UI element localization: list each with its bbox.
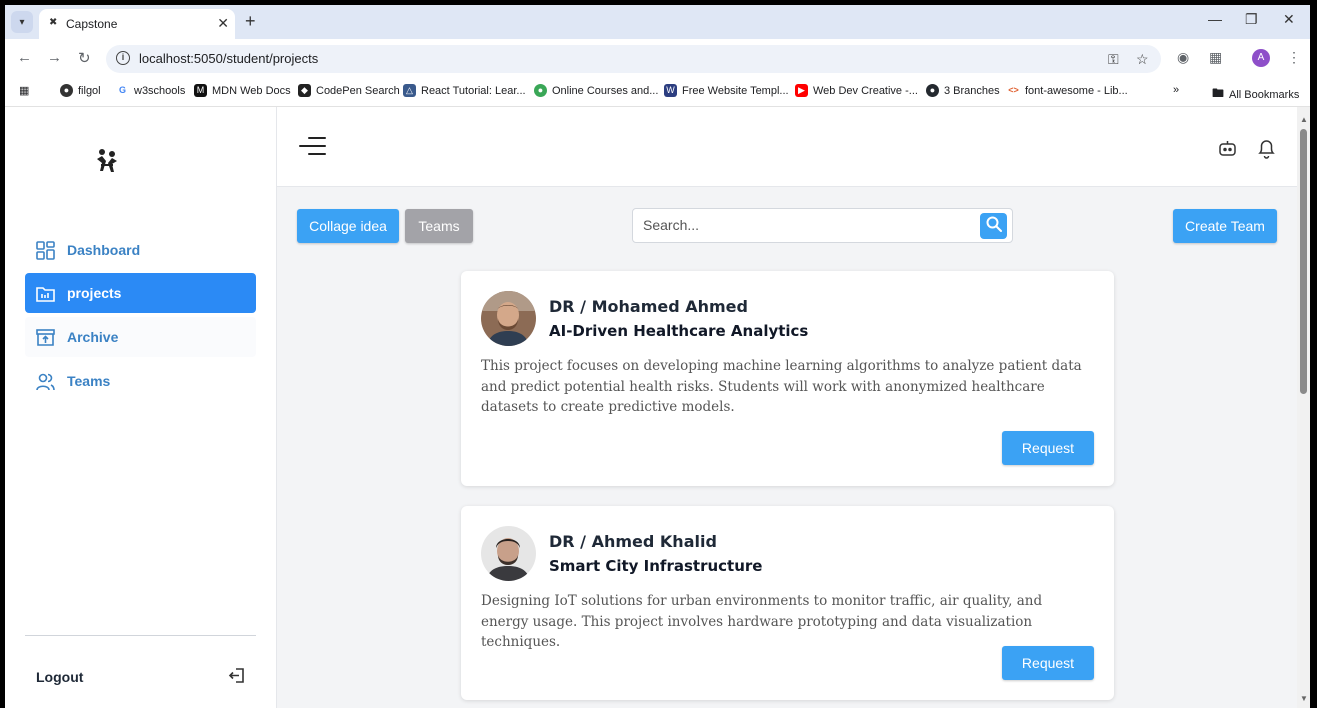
search-button[interactable] — [980, 213, 1007, 239]
doctor-name: DR / Ahmed Khalid — [549, 532, 717, 551]
project-title: Smart City Infrastructure — [549, 557, 763, 575]
users-icon — [36, 372, 55, 391]
restore-icon[interactable]: ❐ — [1245, 11, 1258, 28]
bookmark-item[interactable]: △ React Tutorial: Lear... — [403, 84, 526, 97]
bookmark-item[interactable]: ● filgol — [60, 84, 101, 97]
grid-icon — [36, 240, 55, 260]
bookmark-favicon-icon: ● — [926, 84, 939, 97]
tab-search-button[interactable]: ▾ — [11, 11, 33, 33]
request-button[interactable]: Request — [1002, 431, 1094, 465]
folder-icon: 🖿 — [1212, 86, 1225, 100]
tab-close-icon[interactable]: ✕ — [217, 15, 229, 32]
app-logo-icon — [93, 147, 121, 175]
menu-kebab-icon[interactable]: ⋮ — [1287, 49, 1301, 66]
all-bookmarks[interactable]: 🖿 All Bookmarks — [1212, 84, 1299, 105]
archive-icon — [36, 328, 55, 347]
sidebar-item-label: projects — [67, 285, 122, 301]
bookmark-item[interactable]: ▶ Web Dev Creative -... — [795, 84, 918, 97]
bookmark-item[interactable]: <> font-awesome - Lib... — [1007, 84, 1128, 97]
scroll-thumb[interactable] — [1300, 129, 1307, 394]
app-root: Dashboard projects Archive Teams Logout … — [5, 107, 1310, 708]
create-team-button[interactable]: Create Team — [1173, 209, 1277, 243]
request-button[interactable]: Request — [1002, 646, 1094, 680]
sidebar-item-teams[interactable]: Teams — [25, 361, 256, 401]
browser-toolbar: ← → ↻ i localhost:5050/student/projects … — [5, 39, 1310, 77]
chatbot-icon[interactable] — [1218, 140, 1237, 162]
notification-bell-icon[interactable] — [1257, 138, 1276, 164]
browser-tab[interactable]: ✖ Capstone ✕ — [39, 9, 235, 39]
folder-icon — [36, 284, 55, 303]
bookmark-favicon-icon: <> — [1007, 84, 1020, 97]
bookmark-star-icon[interactable]: ☆ — [1136, 51, 1149, 68]
bookmark-item[interactable]: ● Online Courses and... — [534, 84, 658, 97]
page-scrollbar[interactable]: ▲ ▼ — [1297, 107, 1310, 708]
apps-grid-icon[interactable]: ▦ — [19, 84, 29, 97]
bookmark-favicon-icon: △ — [403, 84, 416, 97]
bookmark-item[interactable]: M MDN Web Docs — [194, 84, 291, 97]
bookmark-favicon-icon: ● — [60, 84, 73, 97]
bookmark-item[interactable]: W Free Website Templ... — [664, 84, 789, 97]
teams-button[interactable]: Teams — [405, 209, 473, 243]
bookmarks-bar: ▦ ● filgol Gw3schools M MDN Web Docs ◆ Code… — [5, 77, 1310, 107]
password-key-icon[interactable]: ⚿ — [1108, 51, 1119, 68]
sidebar: Dashboard projects Archive Teams Logout — [5, 107, 277, 708]
avatar — [481, 291, 536, 346]
tab-favicon-icon: ✖ — [49, 17, 58, 28]
search-input[interactable] — [643, 217, 963, 233]
browser-window: ▾ ✖ Capstone ✕ + — ❐ ✕ ← → ↻ i localhost… — [5, 5, 1310, 708]
search-icon — [986, 216, 1002, 237]
menu-toggle-icon[interactable] — [299, 136, 326, 161]
project-description: Designing IoT solutions for urban enviro… — [481, 593, 1043, 650]
bookmarks-overflow-icon[interactable]: » — [1173, 84, 1179, 96]
top-header — [277, 107, 1310, 187]
sidebar-item-projects[interactable]: projects — [25, 273, 256, 313]
bookmark-item[interactable]: ◆ CodePen Search — [298, 84, 400, 97]
site-info-icon[interactable]: i — [116, 51, 130, 65]
scroll-down-icon[interactable]: ▼ — [1300, 694, 1308, 703]
project-title: AI-Driven Healthcare Analytics — [549, 322, 809, 340]
bookmark-favicon-icon: G — [116, 84, 129, 97]
tab-strip: ▾ ✖ Capstone ✕ + — ❐ ✕ — [5, 5, 1310, 39]
sidebar-item-archive[interactable]: Archive — [25, 317, 256, 357]
sidebar-item-dashboard[interactable]: Dashboard — [25, 230, 256, 270]
bookmark-favicon-icon: ▶ — [795, 84, 808, 97]
new-tab-icon[interactable]: + — [245, 11, 256, 32]
search-box — [632, 208, 1013, 243]
logout-label[interactable]: Logout — [36, 669, 83, 685]
project-card: DR / Mohamed Ahmed AI-Driven Healthcare … — [461, 271, 1114, 486]
tab-title: Capstone — [66, 17, 118, 31]
project-description: This project focuses on developing machi… — [481, 358, 1082, 415]
bookmark-favicon-icon: ● — [534, 84, 547, 97]
project-card: DR / Ahmed Khalid Smart City Infrastruct… — [461, 506, 1114, 700]
bookmark-item[interactable]: ● 3 Branches — [926, 84, 1000, 97]
reload-icon[interactable]: ↻ — [78, 49, 91, 67]
doctor-name: DR / Mohamed Ahmed — [549, 297, 748, 316]
sidebar-item-label: Dashboard — [67, 242, 141, 258]
sidebar-item-label: Archive — [67, 329, 119, 345]
scroll-up-icon[interactable]: ▲ — [1300, 115, 1308, 124]
profile-avatar[interactable]: A — [1252, 49, 1270, 67]
camera-icon[interactable]: ◉ — [1177, 49, 1189, 66]
avatar — [481, 526, 536, 581]
bookmark-item[interactable]: Gw3schools — [116, 84, 185, 97]
logout-icon[interactable] — [228, 667, 245, 689]
url-text[interactable]: localhost:5050/student/projects — [139, 51, 318, 66]
address-bar[interactable]: i localhost:5050/student/projects ⚿ ☆ — [106, 45, 1161, 73]
window-close-icon[interactable]: ✕ — [1283, 11, 1295, 28]
minimize-icon[interactable]: — — [1208, 11, 1222, 27]
extensions-icon[interactable]: ▦ — [1209, 49, 1222, 66]
bookmark-favicon-icon: M — [194, 84, 207, 97]
bookmark-favicon-icon: ◆ — [298, 84, 311, 97]
forward-icon[interactable]: → — [47, 49, 62, 66]
sidebar-divider — [25, 635, 256, 636]
bookmark-favicon-icon: W — [664, 84, 677, 97]
back-icon[interactable]: ← — [17, 49, 32, 66]
collage-idea-button[interactable]: Collage idea — [297, 209, 399, 243]
sidebar-item-label: Teams — [67, 373, 111, 389]
